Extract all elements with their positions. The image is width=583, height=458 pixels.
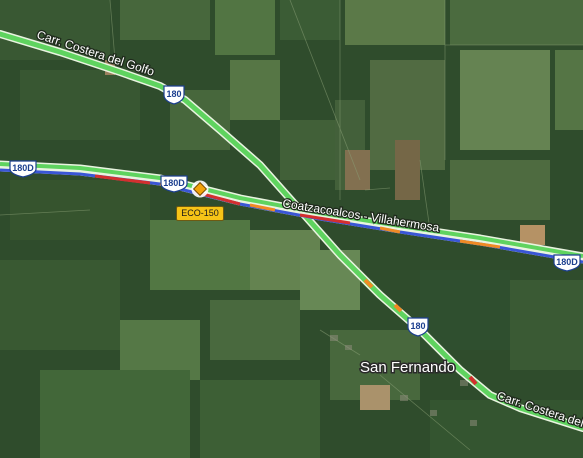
route-shield-180-north: 180 (163, 85, 185, 105)
satellite-imagery: Carr. Costera del Golfo Carr. Costera de… (0, 0, 583, 458)
svg-text:180D: 180D (12, 163, 34, 173)
route-shield-180-south: 180 (407, 317, 429, 337)
warning-diamond-icon[interactable] (191, 180, 209, 198)
incident-label[interactable]: ECO-150 (176, 206, 224, 221)
map-view[interactable]: Carr. Costera del Golfo Carr. Costera de… (0, 0, 583, 458)
svg-text:180: 180 (166, 89, 181, 99)
place-label-san-fernando[interactable]: San Fernando (359, 358, 457, 378)
svg-text:180D: 180D (556, 257, 578, 267)
svg-text:180: 180 (410, 321, 425, 331)
svg-text:180D: 180D (163, 178, 185, 188)
